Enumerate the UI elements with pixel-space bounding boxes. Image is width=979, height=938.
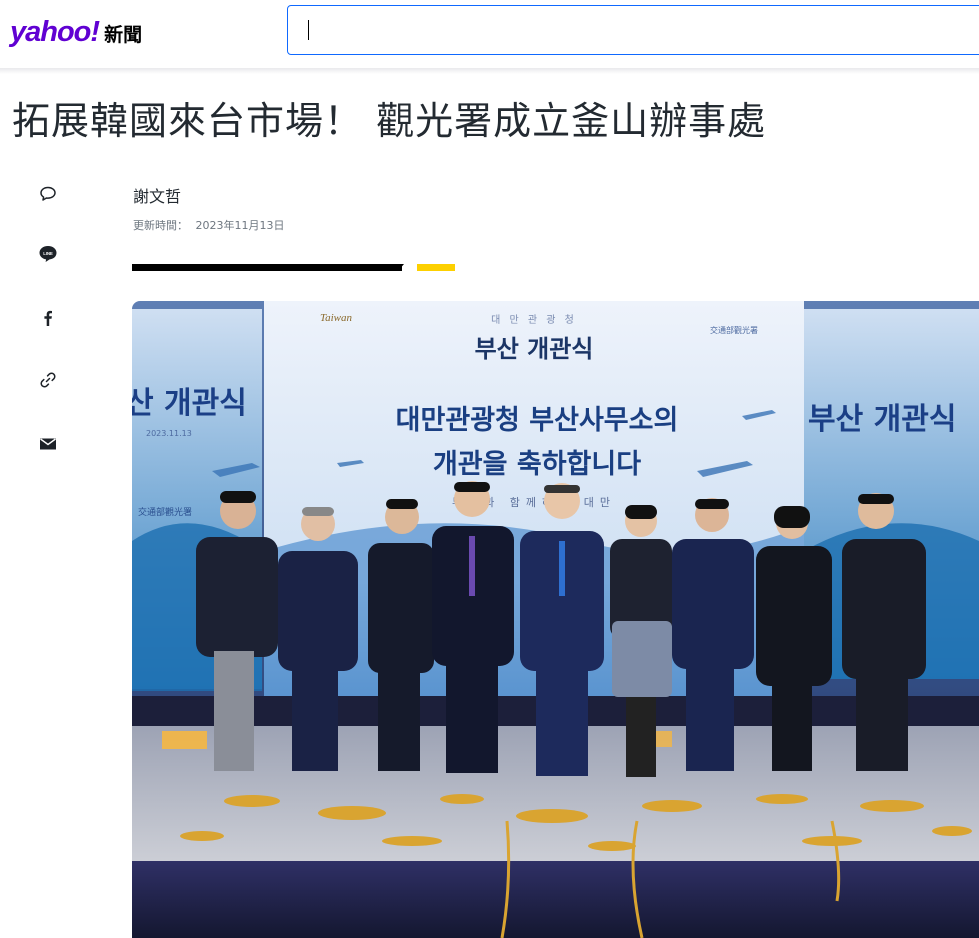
banner-taiwan-logo: Taiwan <box>320 312 353 324</box>
banner-small-text: 대 만 관 광 청 <box>491 314 577 326</box>
right-screen-title: 부산 개관식 <box>808 402 956 437</box>
search-input[interactable] <box>287 5 979 55</box>
author-name[interactable]: 謝文哲 <box>133 183 181 207</box>
banner-center-title: 부산 개관식 <box>475 335 594 363</box>
left-screen-title: 산 개관식 <box>132 386 247 421</box>
banner-main-line1: 대만관광청 부산사무소의 <box>396 405 679 436</box>
email-share-button[interactable] <box>34 430 62 458</box>
yahoo-news-logo[interactable]: yahoo! 新聞 <box>10 16 142 49</box>
svg-text:LINE: LINE <box>43 251 53 256</box>
line-share-button[interactable]: LINE <box>34 240 62 268</box>
header-shadow <box>0 68 979 74</box>
link-icon <box>40 372 56 388</box>
banner-main-line2: 개관을 축하합니다 <box>433 449 641 480</box>
facebook-share-button[interactable] <box>34 304 62 332</box>
byline-divider-accent <box>417 264 455 271</box>
text-caret <box>308 20 309 40</box>
stage-front <box>132 861 979 938</box>
byline-divider-notch <box>398 264 404 271</box>
left-screen-logo: 交通部觀光署 <box>138 506 192 518</box>
line-icon: LINE <box>39 246 57 262</box>
top-header: yahoo! 新聞 <box>0 0 979 74</box>
article-photo[interactable]: 대 만 관 광 청 부산 개관식 Taiwan 交通部觀光署 대만관광청 부산사… <box>132 301 979 938</box>
news-section-label: 新聞 <box>104 24 143 46</box>
byline-divider <box>132 264 402 271</box>
updated-time: 更新時間： 2023年11月13日 <box>133 217 289 233</box>
mail-icon <box>40 438 56 450</box>
facebook-icon <box>44 310 52 326</box>
updated-label: 更新時間： <box>133 219 188 232</box>
comment-button[interactable] <box>34 180 62 208</box>
updated-date: 2023年11月13日 <box>195 219 285 232</box>
copy-link-button[interactable] <box>34 366 62 394</box>
left-screen-date: 2023.11.13 <box>146 429 192 438</box>
yahoo-logo-text: yahoo! <box>10 16 100 48</box>
ceremony-photo: 대 만 관 광 청 부산 개관식 Taiwan 交通部觀光署 대만관광청 부산사… <box>132 301 979 938</box>
article-title: 拓展韓國來台市場！ 觀光署成立釜山辦事處 <box>12 99 767 143</box>
banner-bureau-logo: 交通部觀光署 <box>710 325 758 335</box>
comment-icon <box>40 186 56 201</box>
